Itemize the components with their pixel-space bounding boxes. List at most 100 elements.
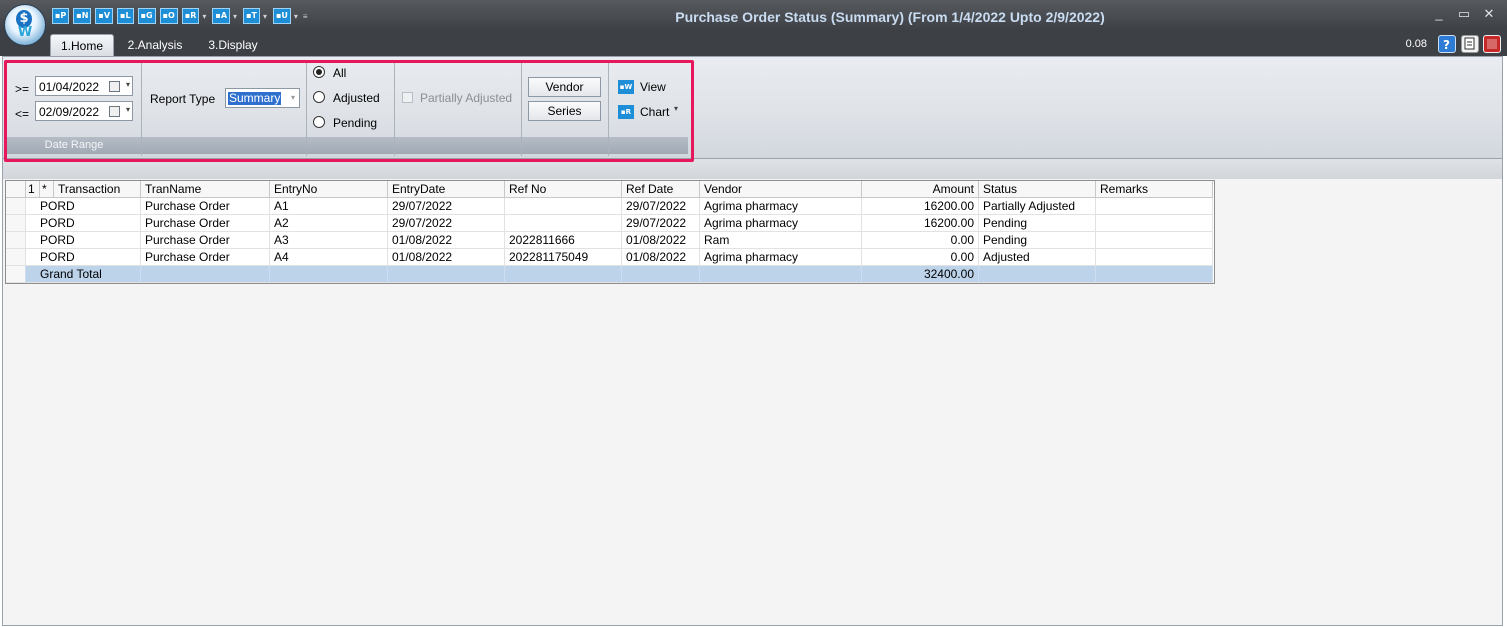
- chart-button[interactable]: Chart: [640, 105, 669, 119]
- radio-adjusted[interactable]: [313, 91, 325, 103]
- minimize-button[interactable]: _: [1430, 6, 1448, 21]
- partially-adjusted-label[interactable]: Partially Adjusted: [420, 91, 512, 105]
- cell-vendor[interactable]: Agrima pharmacy: [700, 215, 862, 232]
- row-indicator[interactable]: [6, 232, 26, 249]
- column-header-refdate[interactable]: Ref Date: [622, 181, 700, 198]
- customize-toolbar-icon[interactable]: ≡: [303, 12, 308, 21]
- column-header-status[interactable]: Status: [979, 181, 1096, 198]
- cell-entrydate[interactable]: 29/07/2022: [388, 215, 505, 232]
- cell-remarks[interactable]: [1096, 232, 1213, 249]
- quick-o-button[interactable]: ▪O: [159, 8, 178, 24]
- cell-refdate[interactable]: 29/07/2022: [622, 215, 700, 232]
- cell-amount[interactable]: 16200.00: [862, 198, 979, 215]
- cell-entryno[interactable]: A3: [270, 232, 388, 249]
- cell-refno[interactable]: [505, 198, 622, 215]
- row-indicator[interactable]: [6, 215, 26, 232]
- quick-n-button[interactable]: ▪N: [73, 8, 92, 24]
- cell-transaction[interactable]: PORD: [26, 249, 141, 266]
- tab-analysis[interactable]: 2.Analysis: [124, 34, 186, 56]
- cell-transaction[interactable]: PORD: [26, 198, 141, 215]
- radio-adjusted-label[interactable]: Adjusted: [333, 91, 380, 105]
- cell-status[interactable]: Partially Adjusted: [979, 198, 1096, 215]
- chevron-down-icon[interactable]: ▾: [291, 93, 295, 102]
- cell-vendor[interactable]: Agrima pharmacy: [700, 249, 862, 266]
- column-header-transaction[interactable]: Transaction: [54, 181, 141, 198]
- tab-display[interactable]: 3.Display: [202, 34, 264, 56]
- chevron-down-icon[interactable]: ▾: [294, 12, 298, 21]
- column-header-entryno[interactable]: EntryNo: [270, 181, 388, 198]
- cell-remarks[interactable]: [1096, 198, 1213, 215]
- column-header-vendor[interactable]: Vendor: [700, 181, 862, 198]
- table-row[interactable]: PORD Purchase Order A2 29/07/2022 29/07/…: [6, 215, 1214, 232]
- quick-r-button[interactable]: ▪R: [181, 8, 200, 24]
- quick-v-button[interactable]: ▪V: [95, 8, 114, 24]
- close-button[interactable]: ✕: [1480, 6, 1498, 22]
- chart-icon[interactable]: ▪R: [618, 105, 634, 119]
- cell-tranname[interactable]: Purchase Order: [141, 232, 270, 249]
- cell-entryno[interactable]: A4: [270, 249, 388, 266]
- calendar-icon[interactable]: [109, 106, 120, 117]
- quick-u-button[interactable]: ▪U: [272, 8, 291, 24]
- quick-p-button[interactable]: ▪P: [52, 8, 70, 24]
- quick-l-button[interactable]: ▪L: [117, 8, 134, 24]
- calendar-icon[interactable]: [109, 81, 120, 92]
- tab-home[interactable]: 1.Home: [50, 34, 114, 57]
- cell-remarks[interactable]: [1096, 249, 1213, 266]
- help-icon[interactable]: ?: [1438, 35, 1456, 53]
- cell-status[interactable]: Adjusted: [979, 249, 1096, 266]
- vendor-button[interactable]: Vendor: [528, 77, 601, 97]
- cell-refno[interactable]: 2022811666: [505, 232, 622, 249]
- cell-amount[interactable]: 16200.00: [862, 215, 979, 232]
- view-button[interactable]: View: [640, 80, 666, 94]
- chevron-down-icon[interactable]: ▾: [263, 12, 267, 21]
- document-icon[interactable]: [1461, 35, 1479, 53]
- quick-a-button[interactable]: ▪A: [212, 8, 231, 24]
- cell-amount[interactable]: 0.00: [862, 249, 979, 266]
- cell-status[interactable]: Pending: [979, 215, 1096, 232]
- partially-adjusted-checkbox[interactable]: [402, 92, 413, 103]
- cell-status[interactable]: Pending: [979, 232, 1096, 249]
- cell-refdate[interactable]: 01/08/2022: [622, 232, 700, 249]
- table-row[interactable]: PORD Purchase Order A4 01/08/2022 202281…: [6, 249, 1214, 266]
- column-count-header[interactable]: 1: [26, 181, 40, 198]
- radio-all[interactable]: [313, 66, 325, 78]
- cell-vendor[interactable]: Ram: [700, 232, 862, 249]
- cell-tranname[interactable]: Purchase Order: [141, 249, 270, 266]
- quick-t-button[interactable]: ▪T: [243, 8, 260, 24]
- view-icon[interactable]: ▪W: [618, 80, 634, 94]
- column-header-amount[interactable]: Amount: [862, 181, 979, 198]
- chevron-down-icon[interactable]: ▾: [126, 80, 130, 89]
- cell-refdate[interactable]: 29/07/2022: [622, 198, 700, 215]
- cell-entrydate[interactable]: 01/08/2022: [388, 249, 505, 266]
- radio-all-label[interactable]: All: [333, 66, 346, 80]
- purchase-order-grid[interactable]: 1 * Transaction TranName EntryNo EntryDa…: [5, 180, 1215, 284]
- column-header-entrydate[interactable]: EntryDate: [388, 181, 505, 198]
- cell-vendor[interactable]: Agrima pharmacy: [700, 198, 862, 215]
- radio-pending-label[interactable]: Pending: [333, 116, 377, 130]
- column-header-tranname[interactable]: TranName: [141, 181, 270, 198]
- table-row[interactable]: PORD Purchase Order A1 29/07/2022 29/07/…: [6, 198, 1214, 215]
- cell-refno[interactable]: 202281175049: [505, 249, 622, 266]
- radio-pending[interactable]: [313, 116, 325, 128]
- chevron-down-icon[interactable]: ▾: [202, 12, 206, 21]
- column-chooser-header[interactable]: *: [40, 181, 54, 198]
- series-button[interactable]: Series: [528, 101, 601, 121]
- to-date-input[interactable]: 02/09/2022 ▾: [35, 101, 133, 121]
- app-logo-icon[interactable]: $ W: [4, 4, 46, 46]
- cell-tranname[interactable]: Purchase Order: [141, 215, 270, 232]
- quick-g-button[interactable]: ▪G: [137, 8, 156, 24]
- restore-button[interactable]: ▭: [1455, 6, 1473, 22]
- cell-entryno[interactable]: A1: [270, 198, 388, 215]
- cell-amount[interactable]: 0.00: [862, 232, 979, 249]
- exit-icon[interactable]: [1483, 35, 1501, 53]
- row-indicator[interactable]: [6, 249, 26, 266]
- cell-entrydate[interactable]: 29/07/2022: [388, 198, 505, 215]
- cell-tranname[interactable]: Purchase Order: [141, 198, 270, 215]
- chevron-down-icon[interactable]: ▾: [126, 105, 130, 114]
- chevron-down-icon[interactable]: ▾: [674, 104, 678, 113]
- cell-entryno[interactable]: A2: [270, 215, 388, 232]
- row-indicator[interactable]: [6, 198, 26, 215]
- from-date-input[interactable]: 01/04/2022 ▾: [35, 76, 133, 96]
- column-header-refno[interactable]: Ref No: [505, 181, 622, 198]
- column-header-remarks[interactable]: Remarks: [1096, 181, 1213, 198]
